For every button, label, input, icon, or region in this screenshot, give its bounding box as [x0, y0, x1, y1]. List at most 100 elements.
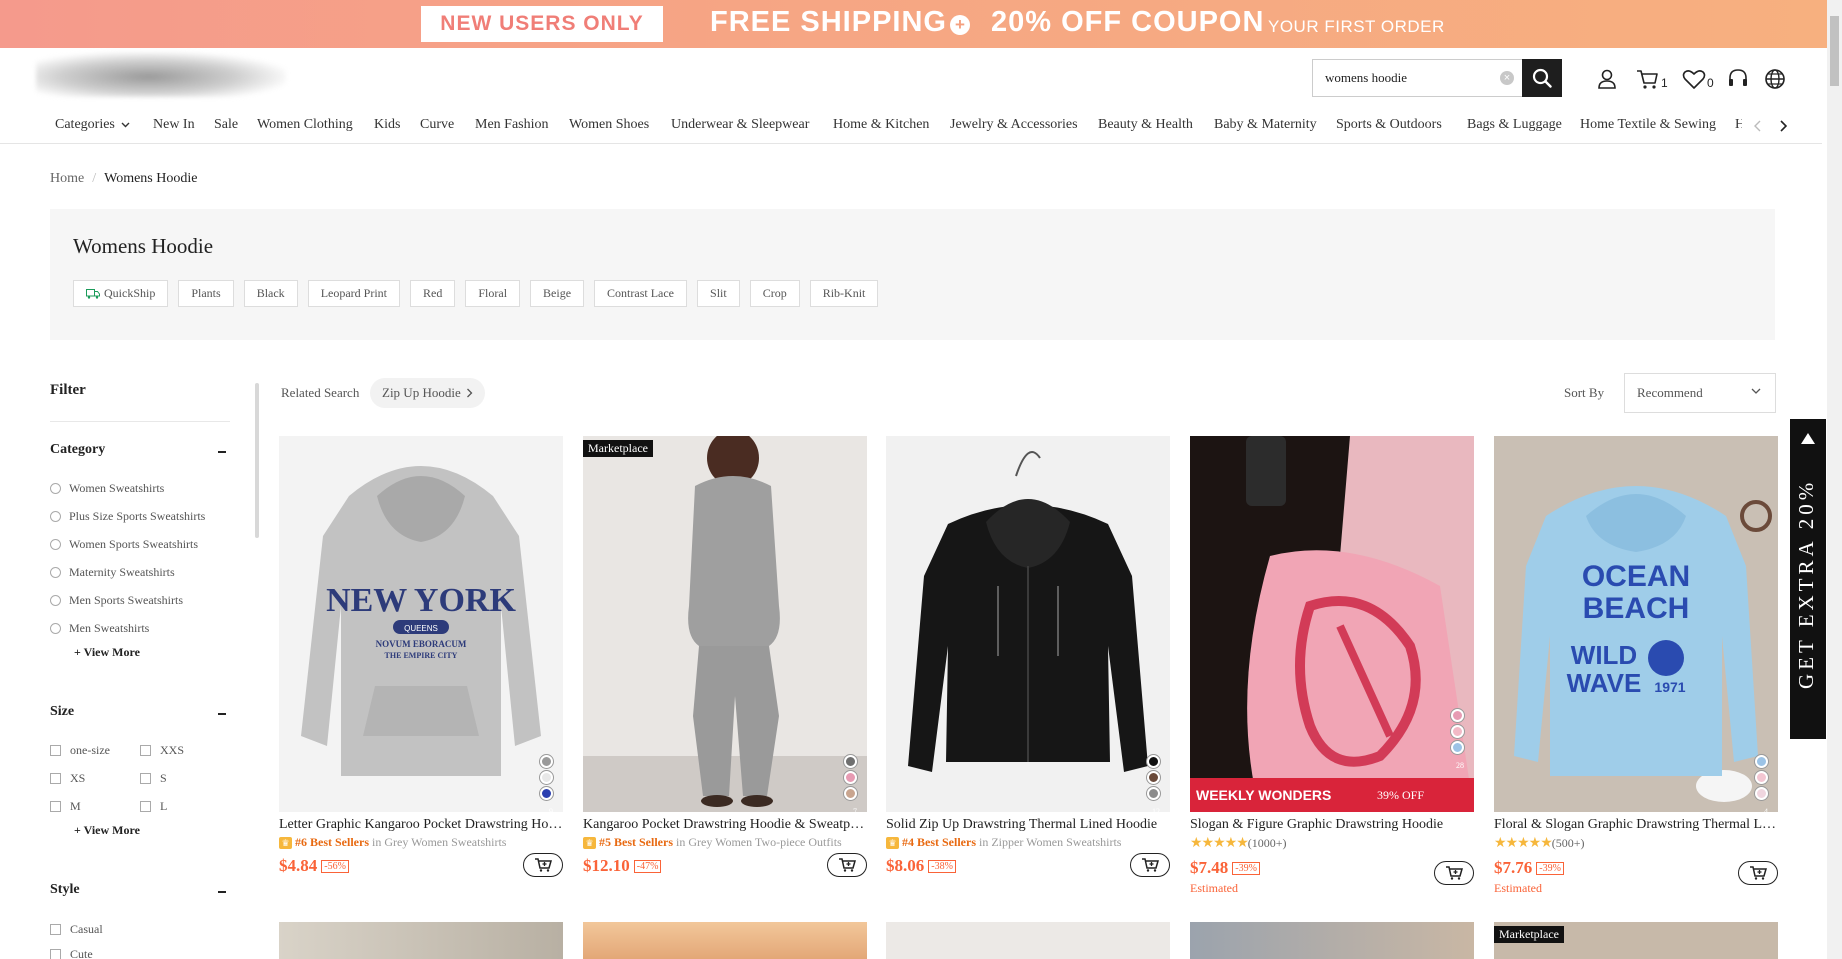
clear-search-icon[interactable]: ×	[1500, 71, 1514, 85]
style-option[interactable]: Cute	[50, 947, 93, 959]
add-to-cart-button[interactable]	[1434, 861, 1474, 885]
account-button[interactable]	[1596, 66, 1618, 90]
add-to-cart-button[interactable]	[1130, 853, 1170, 877]
product-title[interactable]: Solid Zip Up Drawstring Thermal Lined Ho…	[886, 817, 1170, 833]
size-section-title[interactable]: Size	[50, 704, 74, 720]
nav-item[interactable]: Home Textile & Sewing	[1580, 117, 1716, 133]
chip[interactable]: Crop	[749, 280, 800, 307]
nav-item[interactable]: Bags & Luggage	[1467, 117, 1562, 133]
product-image[interactable]: 28 WEEKLY WONDERS 39% OFF	[1190, 436, 1474, 812]
checkbox[interactable]	[140, 745, 151, 756]
product-image[interactable]	[279, 922, 563, 959]
support-button[interactable]	[1727, 66, 1749, 90]
category-option[interactable]: Men Sports Sweatshirts	[50, 593, 183, 608]
nav-item[interactable]: Underwear & Sleepwear	[671, 117, 809, 133]
page-scrollbar[interactable]	[1827, 0, 1842, 959]
wishlist-button[interactable]: 0	[1682, 66, 1714, 90]
chip[interactable]: Red	[410, 280, 456, 307]
nav-item[interactable]: Sports & Outdoors	[1336, 117, 1442, 133]
style-option[interactable]: Casual	[50, 922, 103, 937]
nav-item[interactable]: Home & Kitchen	[833, 117, 929, 133]
cart-button[interactable]: 1	[1636, 66, 1668, 90]
color-swatch[interactable]	[1147, 755, 1160, 768]
product-image[interactable]: 12	[886, 436, 1170, 812]
category-option[interactable]: Plus Size Sports Sweatshirts	[50, 509, 205, 524]
chevron-right-icon[interactable]	[1779, 120, 1787, 132]
chip[interactable]: Leopard Print	[307, 280, 401, 307]
add-to-cart-button[interactable]	[523, 853, 563, 877]
product-title[interactable]: Kangaroo Pocket Drawstring Hoodie & Swea…	[583, 817, 867, 833]
product-image[interactable]	[1190, 922, 1474, 959]
radio[interactable]	[50, 567, 61, 578]
product-card[interactable]: NEW YORK QUEENS NOVUM EBORACUM THE EMPIR…	[279, 436, 563, 879]
chip[interactable]: Contrast Lace	[594, 280, 688, 307]
nav-item[interactable]: Men Fashion	[475, 117, 549, 133]
style-section-title[interactable]: Style	[50, 882, 80, 898]
promo-banner[interactable]: NEW USERS ONLY FREE SHIPPING + 20% OFF C…	[0, 0, 1842, 48]
rank-category[interactable]: in Grey Women Two-piece Outfits	[676, 835, 842, 850]
nav-categories[interactable]: Categories	[55, 117, 130, 133]
color-swatch[interactable]	[540, 755, 553, 768]
site-logo[interactable]	[36, 52, 286, 97]
nav-item[interactable]: New In	[153, 117, 195, 133]
chip[interactable]: Plants	[178, 280, 234, 307]
color-swatch[interactable]	[844, 771, 857, 784]
nav-item[interactable]: Jewelry & Accessories	[950, 117, 1078, 133]
color-swatch[interactable]	[1147, 787, 1160, 800]
product-image[interactable]: NEW YORK QUEENS NOVUM EBORACUM THE EMPIR…	[279, 436, 563, 812]
category-option[interactable]: Women Sweatshirts	[50, 481, 164, 496]
product-card[interactable]: OCEAN BEACH WILD WAVE 1971 4 Floral & Sl…	[1494, 436, 1778, 896]
color-swatch[interactable]	[1451, 725, 1464, 738]
radio[interactable]	[50, 623, 61, 634]
sort-select[interactable]: Recommend	[1624, 373, 1776, 413]
product-image[interactable]	[583, 922, 867, 959]
category-option[interactable]: Maternity Sweatshirts	[50, 565, 175, 580]
category-view-more[interactable]: + View More	[74, 645, 140, 660]
product-image[interactable]: Marketplace 7	[583, 436, 867, 812]
nav-item[interactable]: Beauty & Health	[1098, 117, 1193, 133]
checkbox[interactable]	[140, 801, 151, 812]
radio[interactable]	[50, 539, 61, 550]
product-image[interactable]: Marketplace	[1494, 922, 1778, 959]
chip[interactable]: Black	[243, 280, 298, 307]
color-swatch[interactable]	[1147, 771, 1160, 784]
add-to-cart-button[interactable]	[827, 853, 867, 877]
collapse-icon[interactable]	[218, 891, 226, 893]
color-swatch[interactable]	[1755, 771, 1768, 784]
chevron-left-icon[interactable]	[1754, 120, 1762, 132]
size-option[interactable]: XS	[50, 771, 85, 786]
color-swatch[interactable]	[844, 755, 857, 768]
language-button[interactable]	[1764, 66, 1786, 90]
size-view-more[interactable]: + View More	[74, 823, 140, 838]
color-swatch[interactable]	[540, 771, 553, 784]
nav-item[interactable]: Sale	[214, 117, 238, 133]
product-title[interactable]: Slogan & Figure Graphic Drawstring Hoodi…	[1190, 817, 1474, 833]
rank-category[interactable]: in Grey Women Sweatshirts	[372, 835, 506, 850]
radio[interactable]	[50, 483, 61, 494]
radio[interactable]	[50, 595, 61, 606]
add-to-cart-button[interactable]	[1738, 861, 1778, 885]
collapse-icon[interactable]	[218, 451, 226, 453]
size-option[interactable]: L	[140, 799, 167, 814]
color-swatch[interactable]	[1451, 709, 1464, 722]
color-swatch[interactable]	[540, 787, 553, 800]
get-extra-side-tab[interactable]: GET EXTRA 20%	[1790, 419, 1826, 739]
checkbox[interactable]	[50, 924, 61, 935]
product-card[interactable]: 28 WEEKLY WONDERS 39% OFF Slogan & Figur…	[1190, 436, 1474, 896]
nav-item[interactable]: Curve	[420, 117, 454, 133]
chip[interactable]: Floral	[465, 280, 521, 307]
size-option[interactable]: one-size	[50, 743, 110, 758]
product-image[interactable]	[886, 922, 1170, 959]
checkbox[interactable]	[50, 801, 61, 812]
color-swatch[interactable]	[844, 787, 857, 800]
category-section-title[interactable]: Category	[50, 442, 105, 458]
nav-item[interactable]: Women Shoes	[569, 117, 649, 133]
product-title[interactable]: Letter Graphic Kangaroo Pocket Drawstrin…	[279, 817, 563, 833]
checkbox[interactable]	[50, 773, 61, 784]
chip[interactable]: Slit	[697, 280, 740, 307]
size-option[interactable]: S	[140, 771, 167, 786]
category-option[interactable]: Men Sweatshirts	[50, 621, 149, 636]
product-title[interactable]: Floral & Slogan Graphic Drawstring Therm…	[1494, 817, 1778, 833]
product-card[interactable]: Marketplace 7 Kangaroo Pocket Drawstring…	[583, 436, 867, 879]
color-swatch[interactable]	[1755, 755, 1768, 768]
